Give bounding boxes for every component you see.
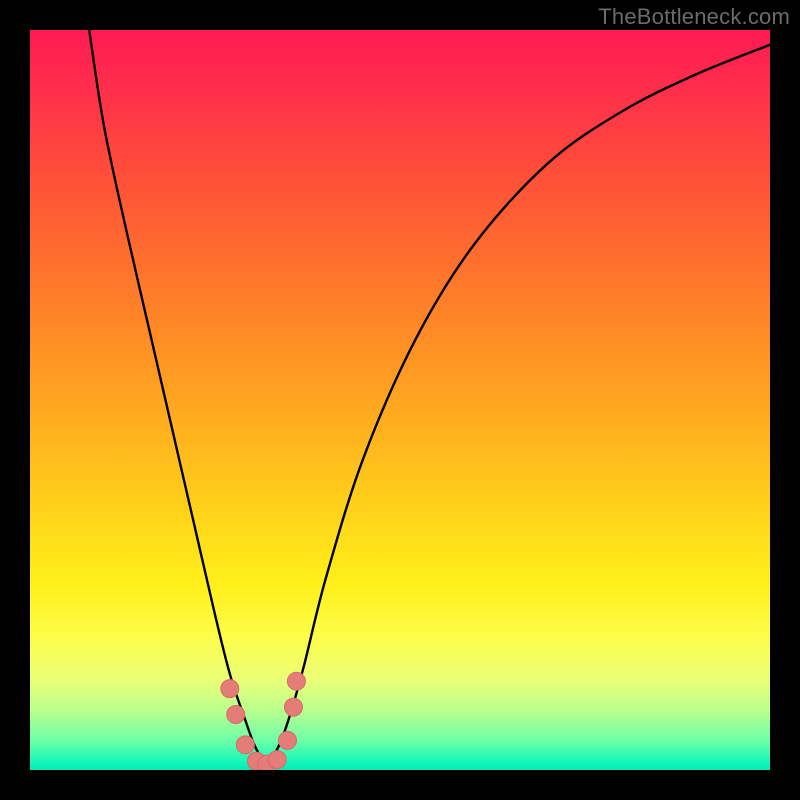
curve-marker	[227, 706, 245, 724]
chart-svg	[30, 30, 770, 770]
curve-marker	[221, 680, 239, 698]
curve-marker	[284, 698, 302, 716]
plot-area	[30, 30, 770, 770]
bottleneck-curve	[89, 30, 770, 763]
watermark-text: TheBottleneck.com	[598, 4, 790, 30]
curve-marker	[279, 731, 297, 749]
curve-markers	[221, 672, 306, 770]
curve-marker	[287, 672, 305, 690]
curve-marker	[236, 736, 254, 754]
chart-stage: TheBottleneck.com	[0, 0, 800, 800]
curve-marker	[268, 751, 286, 769]
